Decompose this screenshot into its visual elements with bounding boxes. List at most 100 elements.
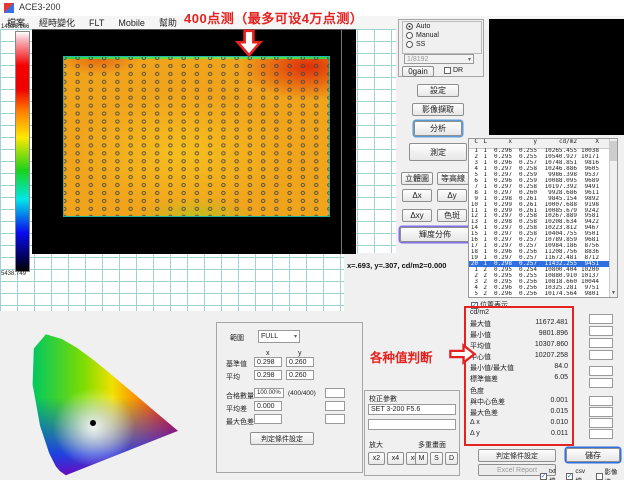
camera-preview <box>489 19 624 135</box>
white-point-marker <box>90 420 96 426</box>
checkbox-icon: ✓ <box>540 473 547 480</box>
checkbox-label: csv檔 <box>575 468 591 480</box>
right-arrow-icon <box>448 342 476 366</box>
judge-settings-button[interactable]: 判定條件設定 <box>478 449 556 462</box>
mode-label: Manual <box>416 32 439 39</box>
delta-y-button[interactable]: Δy <box>437 189 467 202</box>
range-x-field[interactable]: 0.298 <box>254 370 282 380</box>
window-title: ACE3-200 <box>19 2 61 12</box>
range-row-label: 平均 <box>226 372 240 382</box>
multi-d-button[interactable]: D <box>445 452 458 465</box>
shutter-select[interactable]: 1/8192▾ <box>404 54 474 64</box>
table-cell: 5 <box>469 291 480 297</box>
stereo-button[interactable]: 立體圖 <box>401 172 433 185</box>
range-select[interactable]: FULL▾ <box>258 330 300 343</box>
table-scrollbar[interactable]: ▼ <box>609 139 617 297</box>
checkbox-icon: ✓ <box>566 473 573 480</box>
table-cell: 2 <box>480 291 489 297</box>
limit-input-field[interactable] <box>589 396 613 406</box>
limit-input-field[interactable] <box>589 407 613 417</box>
annotation-stats-box <box>464 306 574 446</box>
radio-icon <box>406 41 413 48</box>
col-x-header: x <box>266 350 270 357</box>
menu-item-3[interactable]: Mobile <box>118 18 145 28</box>
avg-diff-field[interactable]: 0.000 <box>254 401 282 411</box>
table-body[interactable]: 110.2960.25510265.45510038210.2950.25510… <box>469 148 609 297</box>
annotation-point-count: 400点测（最多可设4万点测） <box>184 8 363 27</box>
limit-input-field[interactable] <box>589 366 613 376</box>
delta-x-button[interactable]: Δx <box>402 189 432 202</box>
measurement-table[interactable]: CLxycd/m2X 110.2960.25510265.45510038210… <box>468 138 618 298</box>
limit-input-field[interactable] <box>589 418 613 428</box>
export-checkbox-txt檔[interactable]: ✓txt檔 <box>540 466 562 480</box>
calibration-empty-field[interactable] <box>368 419 456 430</box>
chevron-down-icon: ▾ <box>468 56 471 63</box>
luminance-dist-button[interactable]: 輝度分佈 <box>400 227 470 242</box>
table-header-L: L <box>480 139 489 148</box>
checkbox-label: 影像檔 <box>605 466 624 480</box>
checkbox-icon <box>596 473 603 480</box>
table-header-x: x <box>489 139 514 148</box>
range-label: 範圍 <box>230 333 244 343</box>
settings-button[interactable]: 設定 <box>417 84 459 97</box>
table-header-C: C <box>469 139 480 148</box>
image-capture-button[interactable]: 影像擷取 <box>412 103 464 116</box>
table-row[interactable]: 520.2960.25610174.5649801 <box>469 291 609 297</box>
luminance-heatmap[interactable] <box>63 56 330 217</box>
multi-screen-label: 多重畫面 <box>418 440 446 450</box>
limit-input-field[interactable] <box>589 378 613 388</box>
measure-button[interactable]: 測定 <box>409 143 467 161</box>
annotation-value-judge: 各种值判断 <box>370 347 433 366</box>
radio-icon <box>406 23 413 30</box>
mura-button[interactable]: 色斑 <box>437 209 467 222</box>
dr-checkbox[interactable]: DR <box>444 67 463 74</box>
scroll-thumb[interactable] <box>610 141 617 161</box>
export-format-checkboxes: ✓txt檔✓csv檔影像檔 <box>540 466 624 480</box>
export-checkbox-影像檔[interactable]: 影像檔 <box>596 466 624 480</box>
pass-count-note: (400/400) <box>288 390 316 397</box>
delta-xy-button[interactable]: Δxy <box>402 209 432 222</box>
app-icon <box>4 3 14 13</box>
scroll-down-icon[interactable]: ▼ <box>610 289 617 297</box>
mode-radio-auto[interactable]: Auto <box>406 23 430 30</box>
range-y-field[interactable]: 0.260 <box>286 370 314 380</box>
contour-button[interactable]: 等高線 <box>437 172 469 185</box>
zoom-x2-button[interactable]: x2 <box>368 452 385 465</box>
calibration-value-field[interactable]: SET 3-200 F5.6 <box>368 404 456 415</box>
mode-radio-manual[interactable]: Manual <box>406 32 439 39</box>
save-button[interactable]: 儲存 <box>566 448 620 462</box>
zoom-x4-button[interactable]: x4 <box>387 452 404 465</box>
zero-gain-button[interactable]: 0gain <box>402 66 434 77</box>
menu-item-1[interactable]: 經時變化 <box>39 16 75 29</box>
limit-input-field[interactable] <box>589 338 613 348</box>
down-arrow-icon <box>235 29 263 57</box>
limit-input-field[interactable] <box>589 326 613 336</box>
table-header-X: X <box>579 139 601 148</box>
range-x-field[interactable]: 0.298 <box>254 357 282 367</box>
limit-input-field[interactable] <box>589 429 613 439</box>
range-judge-settings-button[interactable]: 判定條件設定 <box>250 432 314 445</box>
max-chroma-field[interactable] <box>254 414 282 424</box>
pass-count-field[interactable]: 100.00% <box>254 388 284 398</box>
checkbox-icon <box>444 67 451 74</box>
cie-chromaticity-diagram[interactable] <box>26 316 188 478</box>
max-chroma-limit-field[interactable] <box>325 414 345 424</box>
avg-diff-limit-field[interactable] <box>325 401 345 411</box>
range-row-label: 基準值 <box>226 359 247 369</box>
limit-input-field[interactable] <box>589 350 613 360</box>
mode-radio-ss[interactable]: SS <box>406 41 425 48</box>
limit-input-field[interactable] <box>589 314 613 324</box>
table-cell: 9801 <box>579 291 601 297</box>
range-y-field[interactable]: 0.260 <box>286 357 314 367</box>
chevron-down-icon: ▾ <box>294 333 297 340</box>
export-checkbox-csv檔[interactable]: ✓csv檔 <box>566 466 591 480</box>
analyze-button[interactable]: 分析 <box>414 121 462 136</box>
mode-label: SS <box>416 41 425 48</box>
multi-m-button[interactable]: M <box>415 452 428 465</box>
menu-item-2[interactable]: FLT <box>89 18 104 28</box>
menu-item-4[interactable]: 幫助 <box>159 16 177 29</box>
radio-icon <box>406 32 413 39</box>
multi-s-button[interactable]: S <box>430 452 443 465</box>
col-y-header: y <box>298 350 302 357</box>
pass-limit-field[interactable] <box>325 388 345 398</box>
